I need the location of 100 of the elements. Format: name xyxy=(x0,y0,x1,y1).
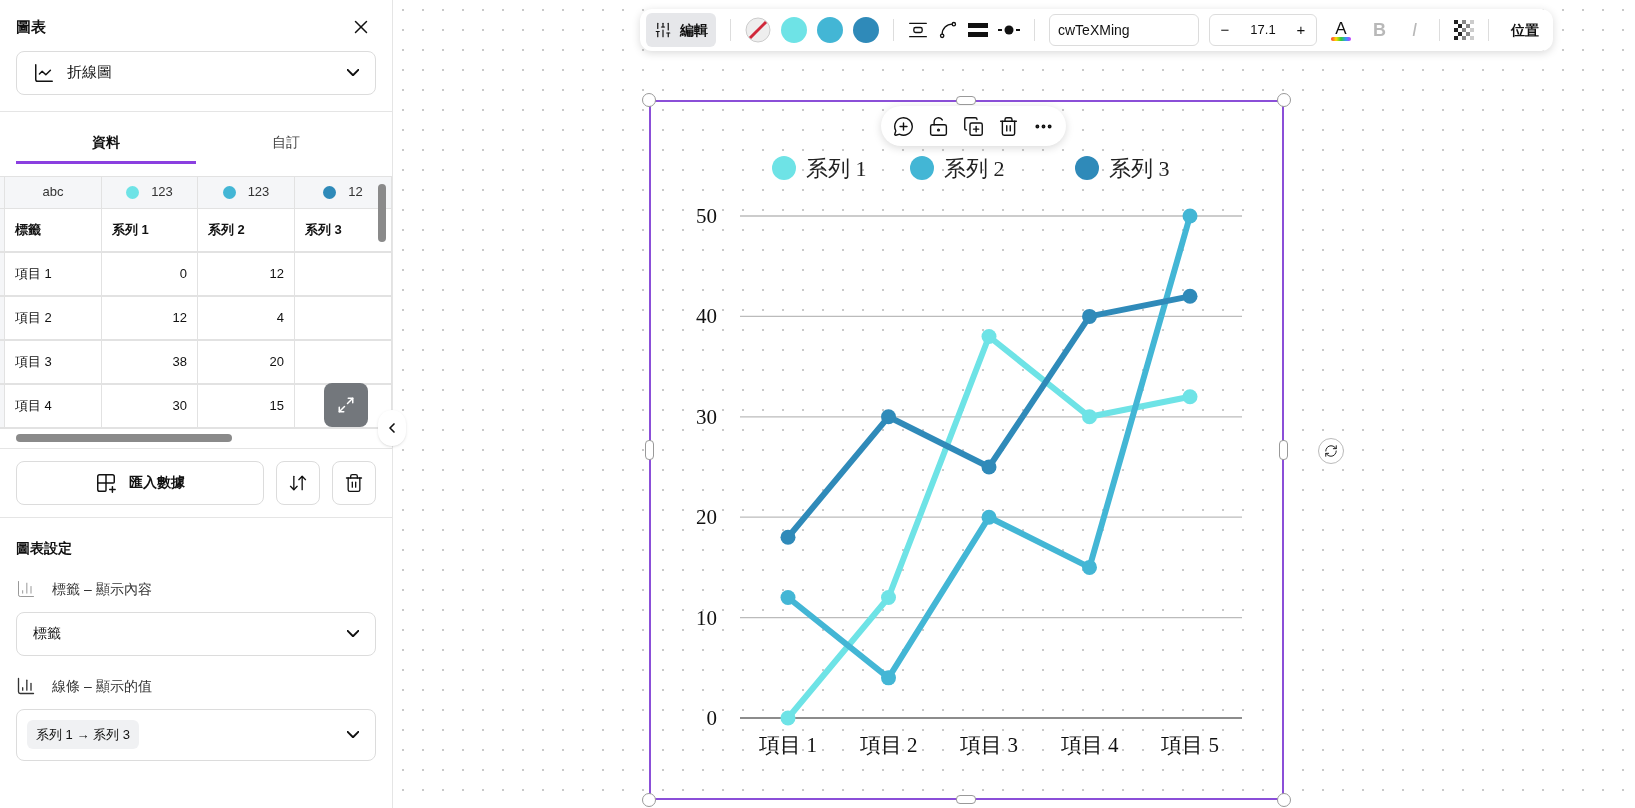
panel-title: 圖表 xyxy=(16,17,46,37)
point xyxy=(881,670,896,686)
resize-handle[interactable] xyxy=(1279,440,1288,460)
color-swatch[interactable] xyxy=(781,17,807,43)
swap-button[interactable] xyxy=(276,460,320,505)
point xyxy=(780,529,796,545)
tab[interactable]: 自訂 xyxy=(196,123,376,164)
expand-button[interactable] xyxy=(324,382,368,427)
text-color-button[interactable]: A xyxy=(1327,19,1355,41)
increase-size-button[interactable]: + xyxy=(1286,18,1316,42)
table-cell[interactable]: 4 xyxy=(198,296,295,339)
point xyxy=(780,590,796,606)
color-swatch[interactable] xyxy=(853,17,879,43)
chart-type-dropdown[interactable]: 折線圖 xyxy=(16,50,376,95)
column-header-cell[interactable]: 系列 2 xyxy=(198,208,295,251)
trash-icon[interactable] xyxy=(998,115,1019,137)
chevron-down-icon xyxy=(347,69,359,76)
table-cell[interactable]: 項目 3 xyxy=(5,340,102,383)
field-label: 標籤 – 顯示內容 xyxy=(52,579,152,599)
import-data-button[interactable]: 匯入數據 xyxy=(16,460,264,505)
transparency-icon[interactable] xyxy=(1454,20,1474,40)
comment-icon[interactable] xyxy=(893,115,914,137)
spacing-icon[interactable] xyxy=(908,20,928,40)
decrease-size-button[interactable]: − xyxy=(1210,18,1240,42)
horizontal-scrollbar[interactable] xyxy=(16,433,232,442)
resize-handle[interactable] xyxy=(642,93,656,107)
duplicate-icon[interactable] xyxy=(963,115,984,137)
x-tick-label: 項目 3 xyxy=(960,733,1018,757)
edit-button[interactable]: 編輯 xyxy=(646,13,716,47)
rotate-button[interactable] xyxy=(1318,438,1344,464)
color-swatch[interactable] xyxy=(817,17,843,43)
delete-button[interactable] xyxy=(332,460,376,505)
resize-handle[interactable] xyxy=(645,440,654,460)
line-weight-icon[interactable] xyxy=(968,22,988,38)
legend-item: 系列 1 xyxy=(772,156,867,181)
point xyxy=(1082,559,1097,575)
series-dropdown[interactable]: 系列 1 → 系列 3 xyxy=(16,708,376,761)
column-header-cell[interactable]: 系列 1 xyxy=(102,208,198,251)
point xyxy=(1082,308,1097,324)
legend-label: 系列 3 xyxy=(1109,156,1170,181)
field-label: 線條 – 顯示的值 xyxy=(52,676,152,696)
sliders-icon xyxy=(654,21,672,39)
table-cell[interactable]: 0 xyxy=(102,252,198,295)
bar-chart-icon xyxy=(16,579,36,599)
point xyxy=(881,409,896,425)
section-title: 圖表設定 xyxy=(16,538,73,558)
tab[interactable]: 資料 xyxy=(16,123,196,164)
chevron-down-icon xyxy=(347,731,359,738)
table-cell[interactable]: 項目 1 xyxy=(5,252,102,295)
legend-label: 系列 2 xyxy=(944,156,1005,181)
unlock-icon[interactable] xyxy=(928,115,949,137)
x-tick-label: 項目 5 xyxy=(1161,733,1219,757)
point xyxy=(1182,389,1198,405)
no-color-swatch[interactable] xyxy=(745,17,771,43)
y-tick-label: 20 xyxy=(696,505,717,530)
point xyxy=(1182,288,1198,304)
table-cell[interactable]: 20 xyxy=(198,340,295,383)
point xyxy=(881,590,896,606)
x-tick-label: 項目 4 xyxy=(1060,733,1119,757)
table-cell[interactable]: 15 xyxy=(198,384,295,427)
resize-handle[interactable] xyxy=(642,793,656,807)
y-tick-label: 50 xyxy=(696,204,717,228)
font-size-value[interactable]: 17.1 xyxy=(1240,20,1286,40)
table-cell[interactable]: 項目 2 xyxy=(5,296,102,339)
chart-frame[interactable]: 系列 1 系列 2 系列 3 0 10 20 30 40 50 項目 1 項目 2 項目 3 項目 4 項目 5 xyxy=(649,100,1284,800)
table-cell[interactable]: 項目 4 xyxy=(5,384,102,427)
bar-chart-icon xyxy=(16,676,36,696)
marker-style-icon[interactable] xyxy=(998,24,1020,36)
legend-item: 系列 3 xyxy=(1075,156,1170,181)
point xyxy=(981,459,997,475)
resize-handle[interactable] xyxy=(956,96,976,105)
font-field[interactable]: cwTeXMing xyxy=(1049,14,1199,46)
collapse-panel-button[interactable] xyxy=(378,410,406,446)
table-cell[interactable]: 38 xyxy=(102,340,198,383)
point xyxy=(981,328,997,344)
table-cell[interactable]: 12 xyxy=(102,296,198,339)
table-cell[interactable]: 30 xyxy=(102,384,198,427)
point xyxy=(1182,208,1198,224)
expand-icon xyxy=(337,395,355,414)
column-header-cell[interactable]: 標籤 xyxy=(5,208,102,251)
resize-handle[interactable] xyxy=(1277,93,1291,107)
legend-label: 系列 1 xyxy=(806,156,867,181)
position-button[interactable]: 位置 xyxy=(1503,19,1547,41)
table-plus-icon xyxy=(95,471,117,494)
resize-handle[interactable] xyxy=(956,795,976,804)
series-range-chip: 系列 1 → 系列 3 xyxy=(27,719,139,750)
label-dropdown[interactable]: 標籤 xyxy=(16,611,376,656)
point xyxy=(1082,409,1097,425)
trash-icon xyxy=(344,472,364,493)
y-tick-label: 40 xyxy=(696,304,717,329)
legend-item: 系列 2 xyxy=(910,156,1005,181)
column-type-cell: 123 xyxy=(102,176,198,208)
curve-icon[interactable] xyxy=(938,20,958,40)
column-type-cell: abc xyxy=(5,176,102,208)
table-cell[interactable]: 12 xyxy=(198,252,295,295)
y-tick-label: 30 xyxy=(696,404,717,429)
y-tick-label: 0 xyxy=(706,706,717,730)
resize-handle[interactable] xyxy=(1277,793,1291,807)
y-tick-label: 10 xyxy=(696,605,717,630)
vertical-scrollbar[interactable] xyxy=(378,183,386,242)
